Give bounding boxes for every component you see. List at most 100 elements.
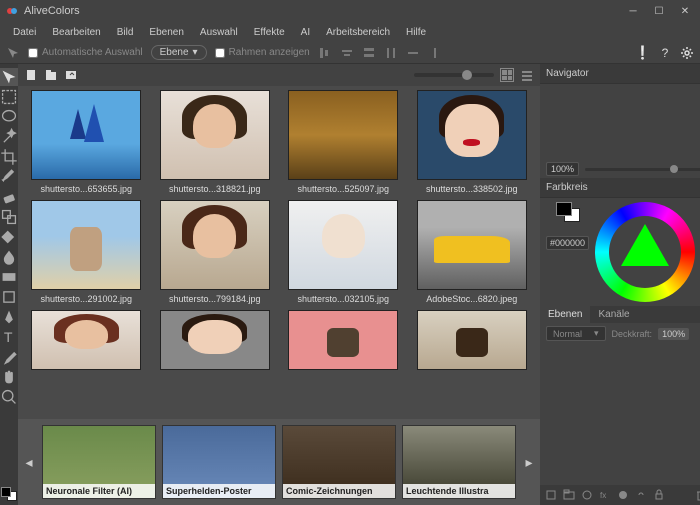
lock-icon[interactable]: [652, 488, 666, 502]
menu-auswahl[interactable]: Auswahl: [193, 25, 245, 40]
opacity-value[interactable]: 100%: [658, 328, 689, 340]
thumbnail[interactable]: shuttersto...291002.jpg: [26, 200, 147, 304]
zoom-value[interactable]: 100%: [546, 162, 579, 176]
pen-tool[interactable]: [0, 308, 18, 326]
menu-datei[interactable]: Datei: [6, 25, 43, 40]
preset-item[interactable]: Leuchtende Illustra: [402, 425, 516, 499]
blur-tool[interactable]: [0, 248, 18, 266]
thumbnail[interactable]: AdobeStoc...6820.jpeg: [412, 200, 533, 304]
move-tool[interactable]: [0, 68, 18, 86]
wand-tool[interactable]: [0, 128, 18, 146]
thumbnail[interactable]: shuttersto...318821.jpg: [155, 90, 276, 194]
clone-tool[interactable]: [0, 208, 18, 226]
svg-text:fx: fx: [600, 491, 606, 500]
preset-item[interactable]: Comic-Zeichnungen: [282, 425, 396, 499]
thumb-size-slider[interactable]: [414, 73, 494, 77]
layers-bottom-toolbar: fx: [540, 485, 700, 505]
menu-ebenen[interactable]: Ebenen: [142, 25, 190, 40]
menu-hilfe[interactable]: Hilfe: [399, 25, 433, 40]
menu-bild[interactable]: Bild: [110, 25, 141, 40]
align-icon-1[interactable]: [318, 46, 332, 60]
brush-tool[interactable]: [0, 168, 18, 186]
fx-icon[interactable]: fx: [598, 488, 612, 502]
adjust-icon[interactable]: [616, 488, 630, 502]
thumbnail[interactable]: [26, 310, 147, 370]
document-toolbar: [18, 64, 540, 86]
link-icon[interactable]: [634, 488, 648, 502]
align-icon-2[interactable]: [340, 46, 354, 60]
thumbnail[interactable]: shuttersto...799184.jpg: [155, 200, 276, 304]
show-frame-checkbox[interactable]: Rahmen anzeigen: [215, 47, 310, 58]
chevron-down-icon: ▾: [193, 47, 198, 58]
menu-bearbeiten[interactable]: Bearbeiten: [45, 25, 107, 40]
preset-item[interactable]: Superhelden-Poster: [162, 425, 276, 499]
text-tool[interactable]: T: [0, 328, 18, 346]
shape-tool[interactable]: [0, 288, 18, 306]
tab-channels[interactable]: Kanäle: [590, 306, 637, 323]
help-icon[interactable]: ?: [658, 46, 672, 60]
align-icon-6[interactable]: [428, 46, 442, 60]
menu-effekte[interactable]: Effekte: [247, 25, 292, 40]
thumb-label: AdobeStoc...6820.jpeg: [426, 294, 517, 304]
blend-mode-select[interactable]: Normal ▾: [546, 326, 606, 341]
notifications-icon[interactable]: ❕: [636, 46, 650, 60]
close-button[interactable]: ✕: [676, 2, 694, 20]
list-view-button[interactable]: [520, 68, 534, 82]
gradient-tool[interactable]: [0, 268, 18, 286]
new-layer-icon[interactable]: [544, 488, 558, 502]
eyedropper-tool[interactable]: [0, 348, 18, 366]
browse-icon[interactable]: [64, 68, 78, 82]
options-toolbar: Automatische Auswahl Ebene▾ Rahmen anzei…: [0, 42, 700, 64]
layer-target-select[interactable]: Ebene▾: [151, 45, 207, 60]
color-swatch[interactable]: [1, 487, 17, 501]
chevron-down-icon: ▾: [594, 328, 599, 339]
open-doc-icon[interactable]: [44, 68, 58, 82]
thumbnail[interactable]: shuttersto...032105.jpg: [283, 200, 404, 304]
hand-tool[interactable]: [0, 368, 18, 386]
main-area: T shuttersto...653655.jpg shuttersto...3…: [0, 64, 700, 505]
menu-ai[interactable]: AI: [294, 25, 317, 40]
settings-icon[interactable]: [680, 46, 694, 60]
thumbnail[interactable]: shuttersto...525097.jpg: [283, 90, 404, 194]
grid-view-button[interactable]: [500, 68, 514, 82]
color-title: Farbkreis: [546, 182, 588, 193]
tab-layers[interactable]: Ebenen: [540, 306, 590, 323]
delete-layer-icon[interactable]: [694, 488, 700, 502]
align-icon-4[interactable]: [384, 46, 398, 60]
new-doc-icon[interactable]: [24, 68, 38, 82]
zoom-slider[interactable]: [585, 168, 700, 171]
thumbnail[interactable]: [155, 310, 276, 370]
lasso-tool[interactable]: [0, 108, 18, 126]
hex-value[interactable]: #000000: [546, 236, 589, 250]
layers-list: [540, 344, 700, 485]
blend-label: Normal: [553, 329, 582, 339]
crop-tool[interactable]: [0, 148, 18, 166]
fg-bg-swatch[interactable]: [556, 202, 580, 222]
menu-bar: Datei Bearbeiten Bild Ebenen Auswahl Eff…: [0, 22, 700, 42]
zoom-tool[interactable]: [0, 388, 18, 406]
new-group-icon[interactable]: [562, 488, 576, 502]
preset-item[interactable]: Neuronale Filter (AI): [42, 425, 156, 499]
mask-icon[interactable]: [580, 488, 594, 502]
fill-tool[interactable]: [0, 228, 18, 246]
color-wheel[interactable]: [595, 202, 695, 302]
move-tool-icon[interactable]: [6, 46, 20, 60]
maximize-button[interactable]: ☐: [650, 2, 668, 20]
align-icon-5[interactable]: [406, 46, 420, 60]
selection-tool[interactable]: [0, 88, 18, 106]
color-header: Farbkreis ▾: [540, 178, 700, 198]
preset-next-button[interactable]: ▸: [522, 432, 536, 492]
thumbnail[interactable]: shuttersto...653655.jpg: [26, 90, 147, 194]
menu-arbeitsbereich[interactable]: Arbeitsbereich: [319, 25, 397, 40]
thumb-label: shuttersto...653655.jpg: [40, 184, 132, 194]
thumb-label: shuttersto...032105.jpg: [297, 294, 389, 304]
navigator-title: Navigator: [546, 68, 589, 79]
minimize-button[interactable]: ─: [624, 2, 642, 20]
thumbnail[interactable]: [412, 310, 533, 370]
eraser-tool[interactable]: [0, 188, 18, 206]
align-icon-3[interactable]: [362, 46, 376, 60]
thumbnail[interactable]: shuttersto...338502.jpg: [412, 90, 533, 194]
thumbnail[interactable]: [283, 310, 404, 370]
auto-select-checkbox[interactable]: Automatische Auswahl: [28, 47, 143, 58]
preset-prev-button[interactable]: ◂: [22, 432, 36, 492]
